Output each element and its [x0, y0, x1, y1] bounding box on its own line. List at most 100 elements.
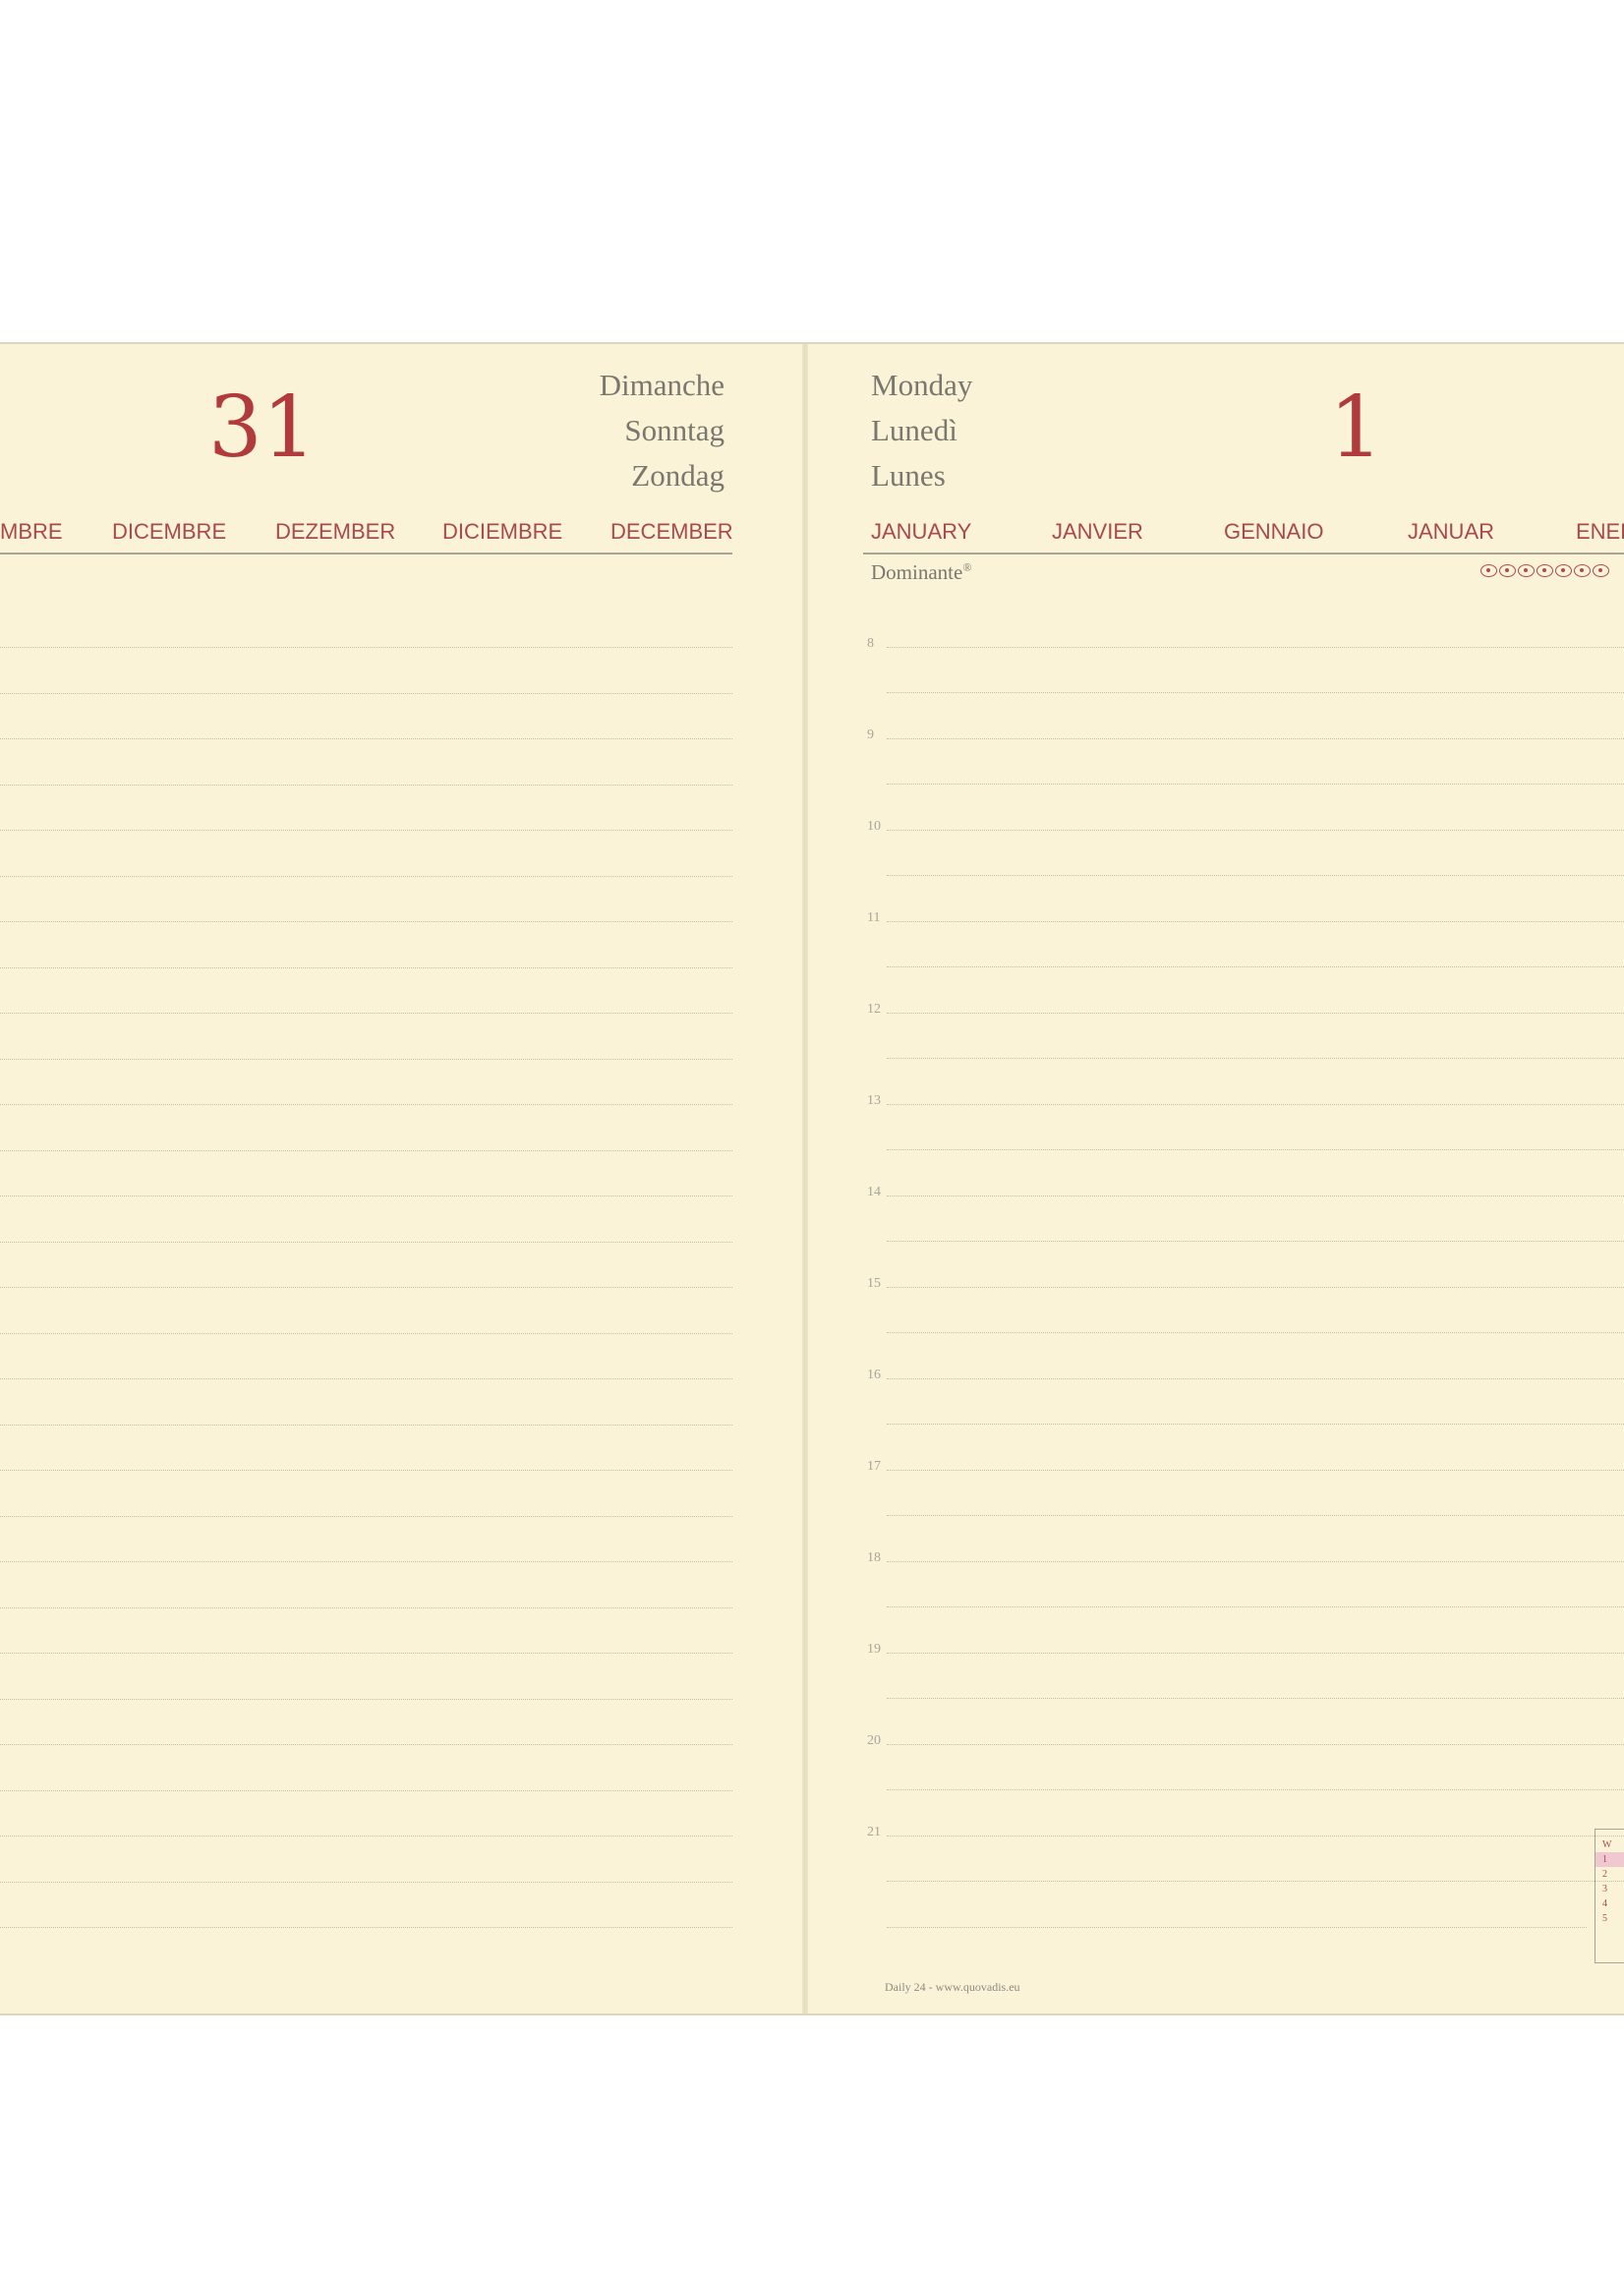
moon-phase-icon [1555, 564, 1572, 577]
half-hour-line [887, 875, 1624, 876]
right-day-number: 1 [1329, 379, 1383, 477]
hour-line [887, 738, 1624, 739]
half-hour-line [887, 1789, 1624, 1790]
hour-line [887, 830, 1624, 831]
half-hour-line [887, 1515, 1624, 1516]
writing-line [0, 1699, 732, 1700]
writing-line [0, 1470, 732, 1471]
hour-label: 10 [867, 819, 881, 834]
writing-line [0, 1607, 732, 1608]
writing-line [0, 921, 732, 922]
writing-line [0, 1059, 732, 1060]
writing-line [0, 693, 732, 694]
writing-line [0, 738, 732, 739]
moon-phase-icon [1499, 564, 1516, 577]
hour-line [887, 1195, 1624, 1196]
hour-label: 12 [867, 1002, 881, 1017]
week-number: 1 [1595, 1852, 1624, 1867]
half-hour-line [887, 1241, 1624, 1242]
half-hour-line [887, 1698, 1624, 1699]
writing-line [0, 1378, 732, 1379]
week-number: 5 [1602, 1913, 1607, 1924]
writing-line [0, 1287, 732, 1288]
hour-label: 21 [867, 1825, 881, 1839]
writing-line [0, 1333, 732, 1334]
hour-line [887, 1470, 1624, 1471]
half-hour-line [887, 1149, 1624, 1150]
hour-line [887, 1744, 1624, 1745]
left-day-name-french: Dimanche [599, 368, 725, 402]
hour-label: 15 [867, 1276, 881, 1291]
hour-label: 17 [867, 1459, 881, 1474]
right-month-label: ENEF [1576, 519, 1624, 544]
writing-line [0, 1744, 732, 1745]
week-number: 2 [1602, 1869, 1607, 1880]
writing-line [0, 1425, 732, 1426]
half-hour-line [887, 784, 1624, 785]
moon-phase-icon [1574, 564, 1591, 577]
left-month-label: DEZEMBER [275, 519, 396, 544]
writing-line [0, 1242, 732, 1243]
left-month-label: DECEMBER [610, 519, 733, 544]
writing-line [0, 1013, 732, 1014]
right-month-label: JANUAR [1408, 519, 1495, 544]
hour-label: 18 [867, 1550, 881, 1565]
writing-line [0, 1150, 732, 1151]
hour-label: 9 [867, 728, 874, 742]
writing-line [0, 967, 732, 968]
writing-line [0, 876, 732, 877]
moon-phase-icon [1480, 564, 1497, 577]
week-number: 4 [1602, 1898, 1607, 1909]
writing-line [0, 830, 732, 831]
writing-line [0, 1561, 732, 1562]
left-month-label: MBRE [0, 519, 63, 544]
writing-line [0, 1104, 732, 1105]
writing-line [0, 1790, 732, 1791]
left-day-number: 31 [208, 379, 317, 477]
writing-line [0, 1836, 732, 1837]
planner-spread: 31 Dimanche Sonntag Zondag MBRE DICEMBRE… [0, 342, 1624, 2015]
half-hour-line [887, 1332, 1624, 1333]
page-gutter [802, 344, 808, 2013]
week-box-header: W [1602, 1839, 1612, 1850]
writing-line [0, 1195, 732, 1196]
half-hour-line [887, 1424, 1624, 1425]
hour-line [887, 921, 1624, 922]
half-hour-line [887, 1606, 1624, 1607]
moon-phase-icons [1480, 564, 1609, 577]
right-header-rule [863, 553, 1624, 554]
dominante-label: Dominante® [871, 560, 971, 585]
hour-line [887, 1013, 1624, 1014]
right-month-label: JANVIER [1052, 519, 1143, 544]
hour-label: 16 [867, 1368, 881, 1382]
left-month-label: DICEMBRE [112, 519, 227, 544]
right-day-name-italian: Lunedì [871, 413, 957, 447]
left-month-label: DICIEMBRE [442, 519, 563, 544]
hour-line [887, 1378, 1624, 1379]
moon-phase-icon [1518, 564, 1535, 577]
half-hour-line [887, 966, 1624, 967]
hour-label: 19 [867, 1642, 881, 1657]
registered-mark: ® [962, 560, 972, 574]
half-hour-line [887, 1881, 1624, 1882]
hour-line [887, 647, 1624, 648]
writing-line [887, 1927, 1587, 1928]
moon-phase-icon [1537, 564, 1553, 577]
hour-label: 13 [867, 1093, 881, 1108]
half-hour-line [887, 692, 1624, 693]
moon-phase-icon [1593, 564, 1609, 577]
writing-line [0, 785, 732, 786]
hour-line [887, 1287, 1624, 1288]
footer-text: Daily 24 - www.quovadis.eu [885, 1980, 1020, 1994]
writing-line [0, 1882, 732, 1883]
hour-label: 20 [867, 1733, 881, 1748]
hour-line [887, 1653, 1624, 1654]
writing-line [0, 647, 732, 648]
right-day-name-spanish: Lunes [871, 458, 946, 493]
right-month-label: GENNAIO [1224, 519, 1324, 544]
hour-line [887, 1104, 1624, 1105]
hour-label: 11 [867, 910, 881, 925]
writing-line [0, 1653, 732, 1654]
hour-line [887, 1836, 1624, 1837]
left-header-rule [0, 553, 732, 554]
